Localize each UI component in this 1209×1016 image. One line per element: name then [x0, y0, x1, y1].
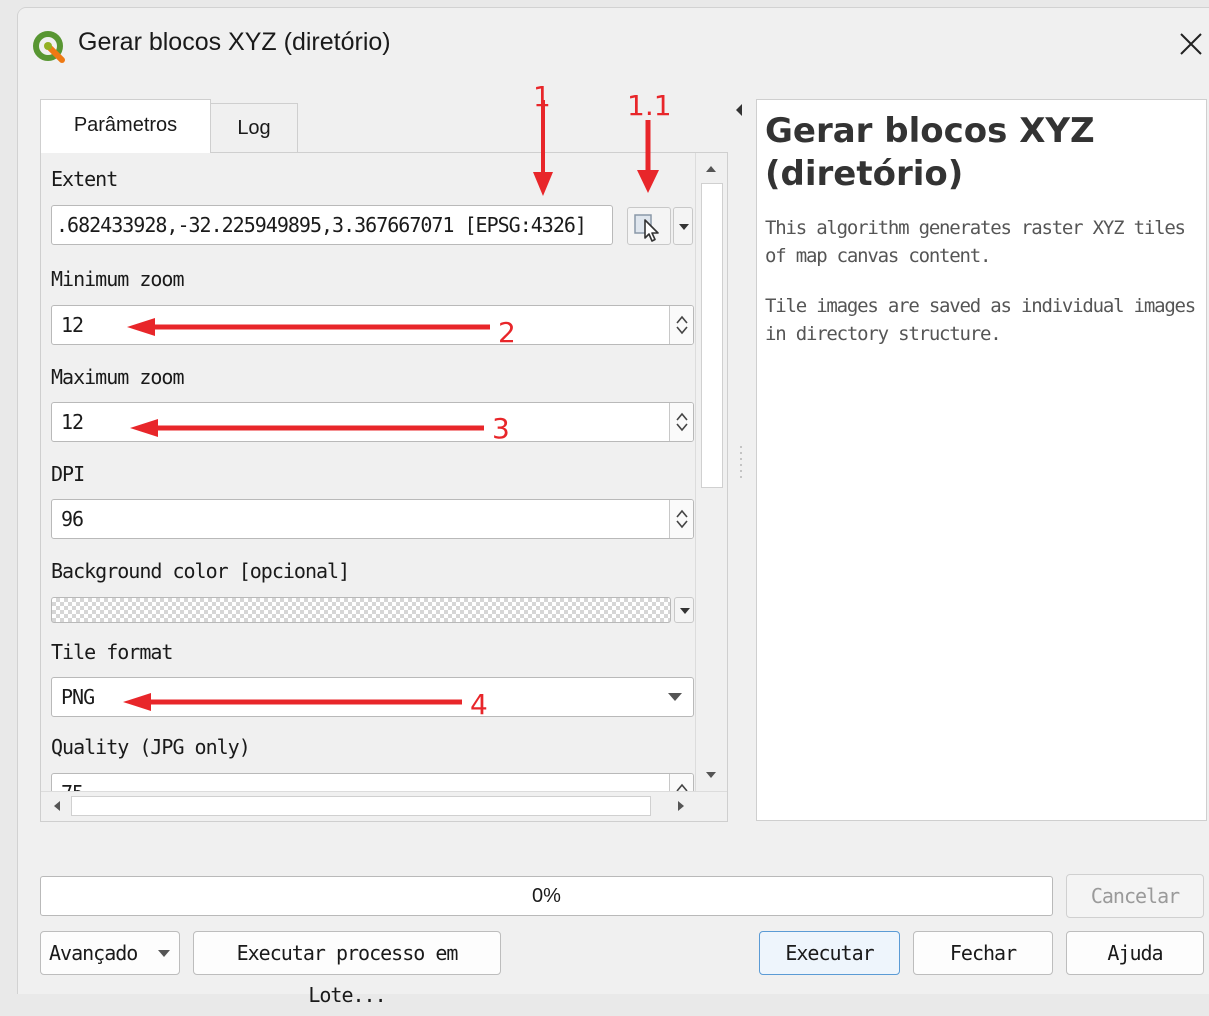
dpi-stepper[interactable]: [669, 500, 693, 538]
vertical-scrollbar[interactable]: [695, 153, 727, 793]
minimum-zoom-stepper[interactable]: [669, 306, 693, 344]
collapse-panel-icon[interactable]: [732, 100, 746, 120]
background-color-button[interactable]: [51, 597, 671, 623]
advanced-button-label: Avançado: [49, 941, 138, 965]
vertical-scroll-thumb[interactable]: [701, 183, 723, 488]
maximum-zoom-value: 12: [61, 410, 84, 434]
chevron-down-icon: [158, 950, 170, 957]
close-button[interactable]: Fechar: [913, 931, 1053, 975]
batch-process-button[interactable]: Executar processo em Lote...: [193, 931, 501, 1007]
tile-format-value: PNG: [61, 685, 95, 709]
help-panel: Gerar blocos XYZ (diretório) This algori…: [756, 99, 1207, 821]
chevron-down-icon: [668, 693, 682, 701]
dpi-input[interactable]: 96: [51, 499, 694, 539]
maximum-zoom-input[interactable]: 12: [51, 402, 694, 442]
background-color-label: Background color [opcional]: [51, 559, 350, 583]
progress-bar: 0%: [40, 876, 1053, 916]
stepper-arrows-icon: [676, 509, 688, 529]
window-title: Gerar blocos XYZ (diretório): [78, 28, 391, 56]
horizontal-scroll-thumb[interactable]: [71, 796, 651, 816]
stepper-arrows-icon: [676, 412, 688, 432]
close-icon[interactable]: [1177, 30, 1205, 58]
tile-format-select[interactable]: PNG: [51, 677, 694, 717]
extent-options-dropdown[interactable]: [673, 207, 693, 245]
chevron-down-icon: [680, 608, 690, 614]
stepper-arrows-icon: [676, 315, 688, 335]
extent-input[interactable]: .682433928,-32.225949895,3.367667071 [EP…: [51, 205, 613, 245]
help-paragraph-2: Tile images are saved as individual imag…: [765, 295, 1196, 345]
scroll-down-icon[interactable]: [696, 763, 726, 787]
extent-label: Extent: [51, 167, 118, 191]
splitter-handle[interactable]: [738, 446, 744, 486]
minimum-zoom-label: Minimum zoom: [51, 267, 184, 291]
maximum-zoom-label: Maximum zoom: [51, 365, 184, 389]
help-paragraph-1: This algorithm generates raster XYZ tile…: [765, 217, 1186, 267]
tile-format-label: Tile format: [51, 640, 173, 664]
quality-label: Quality (JPG only): [51, 735, 251, 759]
title-bar: Gerar blocos XYZ (diretório): [18, 8, 1209, 80]
scroll-up-icon[interactable]: [696, 157, 726, 181]
dialog-window: Gerar blocos XYZ (diretório) Parâmetros …: [18, 8, 1209, 1007]
dpi-value: 96: [61, 507, 84, 531]
run-button[interactable]: Executar: [759, 931, 900, 975]
minimum-zoom-value: 12: [61, 313, 84, 337]
scroll-right-icon[interactable]: [669, 792, 693, 820]
progress-text: 0%: [532, 885, 561, 907]
tab-parametros[interactable]: Parâmetros: [40, 99, 211, 153]
maximum-zoom-stepper[interactable]: [669, 403, 693, 441]
tab-log[interactable]: Log: [210, 103, 298, 153]
horizontal-scrollbar[interactable]: [41, 791, 727, 821]
background-color-dropdown[interactable]: [674, 597, 694, 623]
cursor-select-icon: [634, 214, 659, 242]
scroll-left-icon[interactable]: [45, 792, 69, 820]
select-on-canvas-button[interactable]: [627, 207, 671, 245]
help-title: Gerar blocos XYZ (diretório): [765, 111, 1095, 194]
help-button[interactable]: Ajuda: [1066, 931, 1204, 975]
advanced-dropdown-button[interactable]: Avançado: [40, 931, 180, 975]
parameters-panel: Extent .682433928,-32.225949895,3.367667…: [40, 152, 728, 822]
qgis-logo-icon: [33, 31, 65, 63]
minimum-zoom-input[interactable]: 12: [51, 305, 694, 345]
chevron-down-icon: [679, 224, 689, 230]
dpi-label: DPI: [51, 462, 85, 486]
cancel-button[interactable]: Cancelar: [1066, 874, 1204, 918]
